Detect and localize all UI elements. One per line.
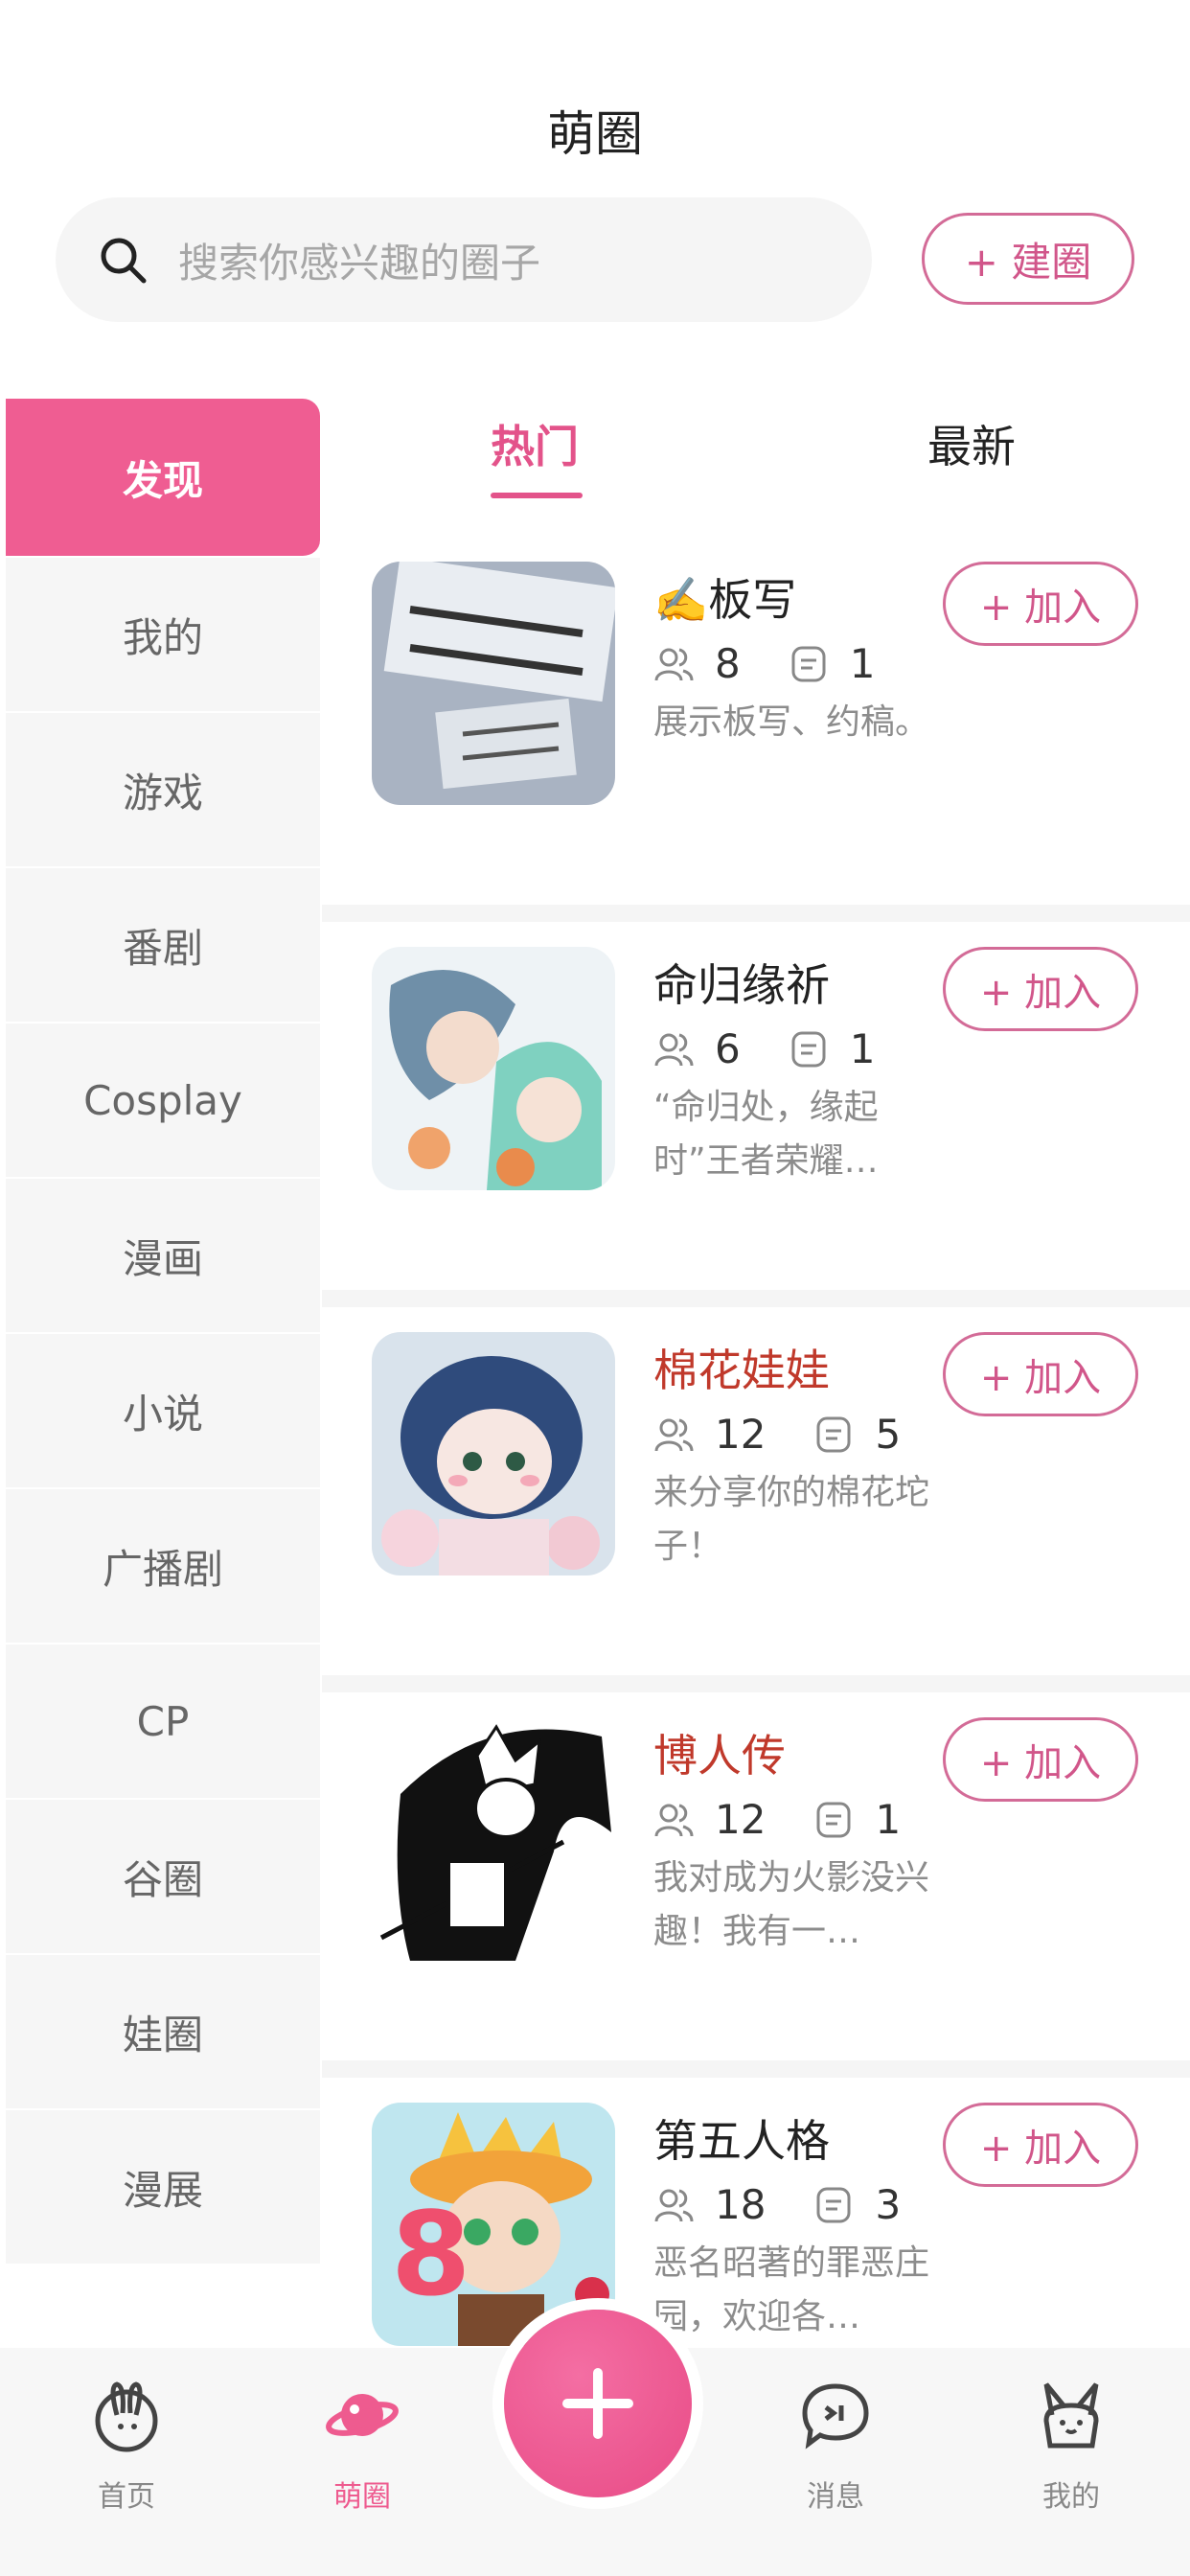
member-count: 8 (715, 640, 741, 687)
circle-description: 来分享你的棉花坨子！ (653, 1473, 930, 1566)
sidebar-item-discover[interactable]: 发现 (6, 399, 320, 558)
circle-description: 展示板写、约稿。 (653, 702, 930, 742)
join-button[interactable]: + 加入 (943, 1332, 1138, 1416)
circle-card[interactable]: 棉花娃娃 12 5 来分享你的棉花坨子！ + 加入 (322, 1290, 1190, 1675)
circle-stats: 6 1 (653, 1025, 875, 1072)
posts-icon (791, 1031, 826, 1067)
sidebar-item-dolls[interactable]: 娃圈 (6, 1955, 320, 2110)
circle-stats: 12 5 (653, 1411, 901, 1458)
join-button[interactable]: + 加入 (943, 1717, 1138, 1802)
join-button[interactable]: + 加入 (943, 562, 1138, 646)
sidebar-item-cosplay[interactable]: Cosplay (6, 1024, 320, 1179)
tab-circles-label: 萌圈 (333, 2480, 391, 2514)
post-count: 1 (875, 1796, 902, 1843)
posts-icon (816, 2187, 851, 2222)
search-placeholder[interactable]: 搜索你感兴趣的圈子 (178, 231, 540, 289)
circle-stats: 18 3 (653, 2181, 901, 2228)
circle-stats: 12 1 (653, 1796, 901, 1843)
sidebar-item-conventions[interactable]: 漫展 (6, 2110, 320, 2266)
circle-thumbnail (372, 562, 615, 805)
circle-stats: 8 1 (653, 640, 875, 687)
sidebar-item-mine[interactable]: 我的 (6, 558, 320, 713)
post-count: 5 (875, 1411, 902, 1458)
sidebar-item-games[interactable]: 游戏 (6, 713, 320, 868)
circle-thumbnail (372, 1717, 615, 1961)
circle-thumbnail (372, 947, 615, 1190)
sidebar-item-audio-drama[interactable]: 广播剧 (6, 1489, 320, 1644)
member-count: 12 (715, 1796, 767, 1843)
post-count: 3 (875, 2181, 902, 2228)
circle-name: 棉花娃娃 (653, 1345, 830, 1396)
chat-bubble-icon (802, 2383, 869, 2450)
circle-name: 命归缘祈 (653, 959, 830, 1011)
tab-latest[interactable]: 最新 (927, 412, 1016, 475)
tab-home-label: 首页 (98, 2480, 155, 2514)
page-title: 萌圈 (547, 106, 643, 162)
member-count: 12 (715, 1411, 767, 1458)
tab-messages[interactable]: 消息 (778, 2377, 893, 2515)
join-button[interactable]: + 加入 (943, 2103, 1138, 2187)
circle-card[interactable]: ✍️板写 8 1 展示板写、约稿。 + 加入 (322, 537, 1190, 905)
post-count: 1 (849, 640, 876, 687)
rabbit-home-icon (95, 2381, 158, 2452)
members-icon (654, 2189, 694, 2221)
tab-profile[interactable]: 我的 (1014, 2377, 1129, 2515)
circle-name: 第五人格 (653, 2115, 830, 2167)
category-sidebar: 发现 我的 游戏 番剧 Cosplay 漫画 小说 广播剧 CP 谷圈 娃圈 漫… (6, 399, 320, 2266)
circle-description: 我对成为火影没兴趣！我有一… (653, 1858, 930, 1951)
circle-name: 博人传 (653, 1730, 786, 1782)
circle-card[interactable]: 命归缘祈 6 1 “命归处，缘起时”王者荣耀… + 加入 (322, 905, 1190, 1290)
sidebar-item-novels[interactable]: 小说 (6, 1334, 320, 1489)
circle-list: ✍️板写 8 1 展示板写、约稿。 + 加入 命归缘祈 6 1 “命归处，缘起时… (322, 537, 1190, 2446)
tab-profile-label: 我的 (1042, 2480, 1100, 2514)
search-bar[interactable]: 搜索你感兴趣的圈子 (56, 197, 872, 322)
search-icon (101, 238, 147, 284)
plus-icon (562, 2368, 633, 2439)
members-icon (654, 1033, 694, 1066)
circle-card[interactable]: 博人传 12 1 我对成为火影没兴趣！我有一… + 加入 (322, 1675, 1190, 2060)
join-button[interactable]: + 加入 (943, 947, 1138, 1031)
posts-icon (791, 646, 826, 681)
members-icon (654, 648, 694, 680)
tab-home[interactable]: 首页 (69, 2377, 184, 2515)
circle-description: “命归处，缘起时”王者荣耀… (653, 1088, 879, 1181)
sidebar-item-comics[interactable]: 漫画 (6, 1179, 320, 1334)
sidebar-item-cp[interactable]: CP (6, 1644, 320, 1800)
create-circle-button[interactable]: + 建圈 (922, 213, 1134, 305)
list-tabs: 热门 最新 (322, 412, 1190, 518)
tab-circles[interactable]: 萌圈 (305, 2377, 420, 2515)
circle-name: ✍️板写 (653, 574, 797, 626)
sidebar-item-anime[interactable]: 番剧 (6, 868, 320, 1024)
member-count: 18 (715, 2181, 767, 2228)
posts-icon (816, 1416, 851, 1452)
member-count: 6 (715, 1025, 741, 1072)
tab-hot[interactable]: 热门 (491, 412, 579, 475)
circle-thumbnail (372, 1332, 615, 1576)
post-count: 1 (849, 1025, 876, 1072)
create-post-button[interactable] (504, 2310, 692, 2497)
members-icon (654, 1418, 694, 1451)
circle-thumbnail: 8 (372, 2103, 615, 2346)
members-icon (654, 1804, 694, 1836)
rabbit-profile-icon (1043, 2382, 1099, 2449)
active-tab-indicator (491, 493, 583, 498)
sidebar-item-goods[interactable]: 谷圈 (6, 1800, 320, 1955)
circle-description: 恶名昭著的罪恶庄园，欢迎各… (653, 2243, 930, 2336)
tab-messages-label: 消息 (807, 2480, 864, 2514)
posts-icon (816, 1802, 851, 1837)
planet-icon (326, 2394, 399, 2436)
